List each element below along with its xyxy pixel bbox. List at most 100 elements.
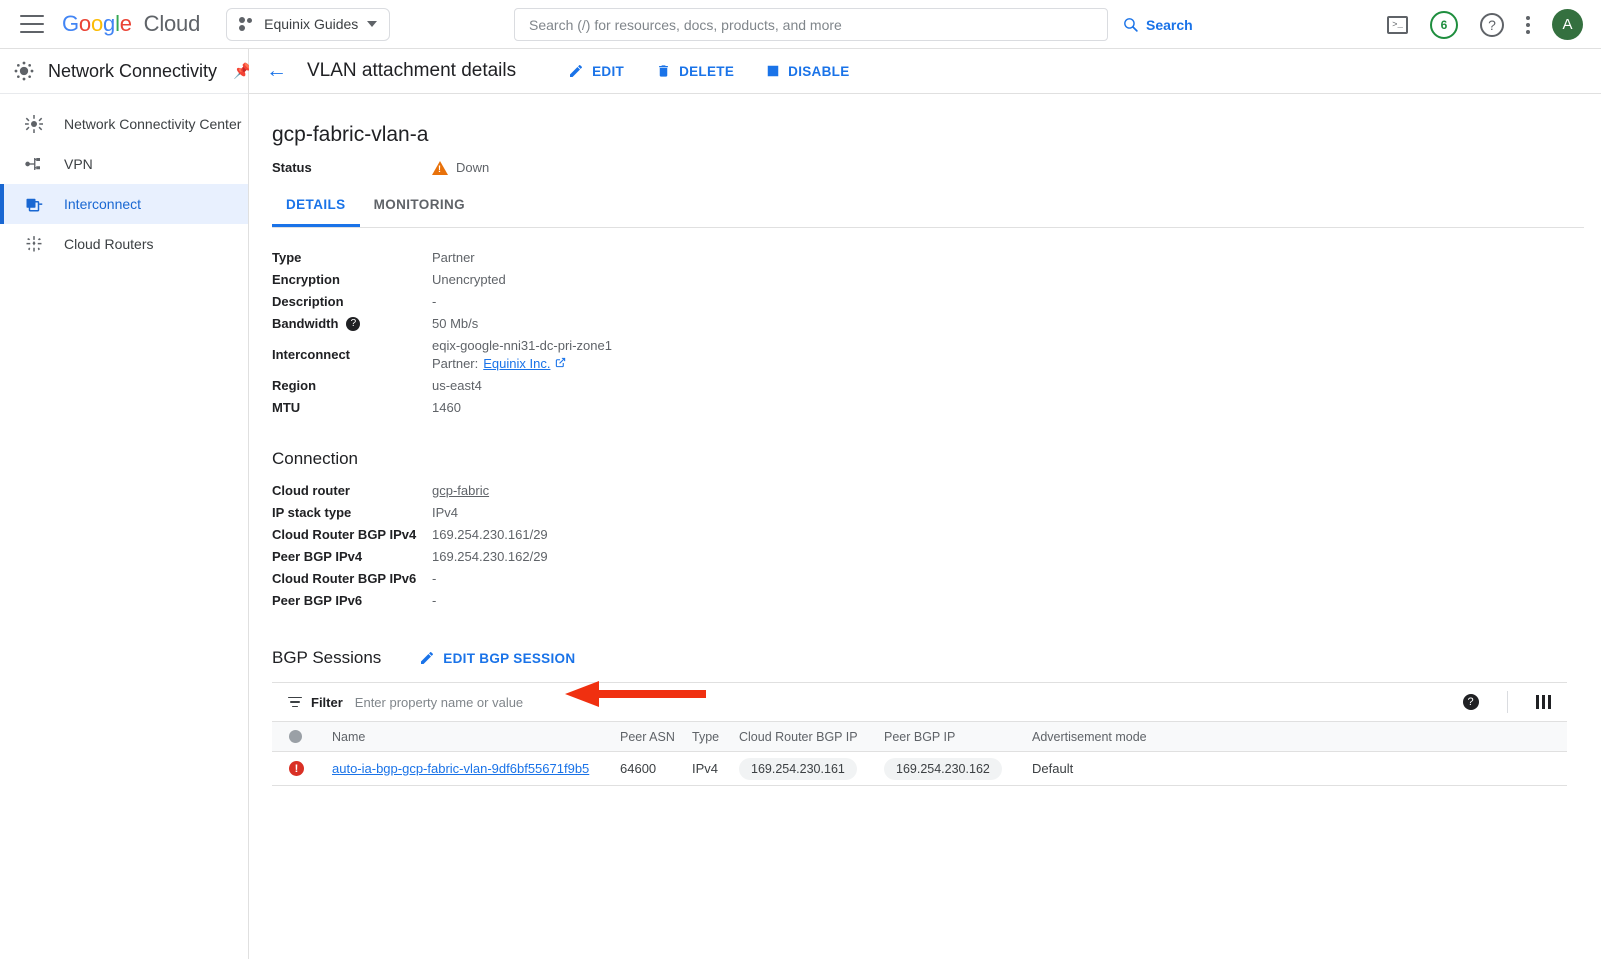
help-glyph: ?: [1480, 12, 1504, 37]
cloud-router-link[interactable]: gcp-fabric: [432, 483, 489, 498]
detail-key: Bandwidth ?: [272, 316, 432, 331]
table-header-row: Name Peer ASN Type Cloud Router BGP IP P…: [272, 721, 1567, 752]
detail-key: Encryption: [272, 272, 340, 287]
col-advertisement-mode[interactable]: Advertisement mode: [1032, 721, 1567, 752]
delete-button[interactable]: DELETE: [656, 63, 734, 79]
tab-details[interactable]: DETAILS: [272, 197, 360, 227]
filter-input[interactable]: [352, 693, 833, 711]
project-icon: [239, 17, 255, 31]
col-cloud-router-bgp-ip[interactable]: Cloud Router BGP IP: [739, 721, 884, 752]
help-icon[interactable]: ?: [346, 316, 361, 331]
detail-value: 50 Mb/s: [432, 316, 479, 331]
search-box[interactable]: [514, 8, 1108, 41]
tab-bar: DETAILS MONITORING: [272, 197, 1584, 228]
sidebar-item-label: Network Connectivity Center: [64, 116, 242, 132]
detail-key: Type: [272, 250, 302, 265]
connection-row-peer-bgp-ipv6: Peer BGP IPv6 -: [272, 593, 1601, 608]
table-head: Name Peer ASN Type Cloud Router BGP IP P…: [272, 721, 1567, 752]
pencil-icon: [570, 65, 583, 77]
tab-monitoring[interactable]: MONITORING: [360, 197, 480, 227]
sidebar-item-interconnect[interactable]: Interconnect: [0, 184, 248, 224]
status-row: Status Down: [272, 160, 1601, 175]
sidebar-header: Network Connectivity 📌: [0, 49, 252, 94]
edit-bgp-session-button[interactable]: EDIT BGP SESSION: [419, 650, 575, 666]
detail-key: Cloud Router BGP IPv4: [272, 527, 417, 542]
detail-value: IPv4: [432, 505, 459, 520]
bgp-session-link[interactable]: auto-ia-bgp-gcp-fabric-vlan-9df6bf55671f…: [332, 761, 589, 776]
detail-key: Cloud Router BGP IPv6: [272, 571, 417, 586]
detail-row-type: Type Partner: [272, 250, 1601, 265]
top-app-bar: Google Cloud Equinix Guides Search >_ 6 …: [0, 0, 1601, 49]
notifications-badge[interactable]: 6: [1430, 10, 1458, 39]
detail-key: Peer BGP IPv4: [272, 549, 363, 564]
help-icon[interactable]: ?: [1480, 12, 1504, 37]
delete-button-label: DELETE: [679, 63, 735, 79]
row-cloud-router-bgp-ip-cell: 169.254.230.161: [739, 752, 884, 786]
col-status: [272, 721, 332, 752]
detail-value: -: [432, 294, 437, 309]
sidebar: Network Connectivity 📌 Network Connectiv…: [0, 49, 252, 959]
router-icon: [24, 234, 44, 254]
connection-list: Cloud router gcp-fabric IP stack type IP…: [249, 483, 1601, 608]
detail-value: 1460: [432, 400, 461, 415]
partner-link[interactable]: Equinix Inc.: [483, 356, 550, 371]
search-input[interactable]: [515, 9, 1107, 40]
detail-key: Cloud router: [272, 483, 350, 498]
detail-value: Partner: [432, 250, 475, 265]
disable-button[interactable]: DISABLE: [766, 64, 849, 79]
detail-row-encryption: Encryption Unencrypted: [272, 272, 1601, 287]
detail-key: MTU: [272, 400, 301, 415]
sidebar-item-label: Interconnect: [64, 196, 142, 212]
col-peer-asn[interactable]: Peer ASN: [620, 721, 692, 752]
col-name[interactable]: Name: [332, 721, 620, 752]
sidebar-item-vpn[interactable]: VPN: [0, 144, 248, 184]
project-selector[interactable]: Equinix Guides: [226, 7, 391, 41]
status-label: Status: [272, 160, 312, 175]
top-bar-actions: >_ 6 ? A: [1387, 0, 1583, 49]
google-cloud-logo: Google Cloud: [62, 11, 201, 36]
disable-button-label: DISABLE: [788, 63, 850, 79]
details-list: Type Partner Encryption Unencrypted Desc…: [249, 250, 1601, 415]
ip-chip: 169.254.230.162: [884, 757, 1002, 780]
detail-row-bandwidth: Bandwidth ? 50 Mb/s: [272, 316, 1601, 331]
edit-button-label: EDIT: [592, 63, 625, 79]
search-button[interactable]: Search: [1108, 8, 1207, 41]
edit-button[interactable]: EDIT: [568, 63, 624, 79]
interconnect-name: eqix-google-nni31-dc-pri-zone1: [432, 338, 612, 353]
avatar[interactable]: A: [1552, 9, 1583, 40]
hamburger-menu-icon[interactable]: [20, 15, 44, 33]
row-status-cell: !: [272, 752, 332, 786]
project-name: Equinix Guides: [264, 16, 359, 32]
pencil-icon: [421, 652, 434, 664]
col-type[interactable]: Type: [692, 721, 739, 752]
table-body: ! auto-ia-bgp-gcp-fabric-vlan-9df6bf5567…: [272, 752, 1567, 786]
cloud-shell-icon[interactable]: >_: [1387, 15, 1408, 34]
sidebar-item-cloud-routers[interactable]: Cloud Routers: [0, 224, 248, 264]
more-options-icon[interactable]: [1526, 15, 1530, 34]
bgp-sessions-table-container: Filter ? Name Peer ASN Type Cloud Router…: [272, 682, 1567, 786]
detail-row-interconnect: Interconnect eqix-google-nni31-dc-pri-zo…: [272, 338, 1601, 371]
detail-key: Region: [272, 378, 317, 393]
toolbar-divider: [1506, 691, 1508, 713]
external-link-icon: [555, 357, 566, 371]
filter-icon: [288, 696, 302, 708]
connection-row-peer-bgp-ipv4: Peer BGP IPv4 169.254.230.162/29: [272, 549, 1601, 564]
page-header: ← VLAN attachment details EDIT DELETE DI…: [249, 49, 1601, 94]
col-peer-bgp-ip[interactable]: Peer BGP IP: [884, 721, 1032, 752]
filter-button[interactable]: Filter: [288, 695, 343, 710]
network-connectivity-icon: [14, 61, 34, 81]
row-peer-asn-cell: 64600: [620, 761, 657, 776]
connection-row-cloud-router-bgp-ipv6: Cloud Router BGP IPv6 -: [272, 571, 1601, 586]
sidebar-item-label: Cloud Routers: [64, 236, 154, 252]
table-help-icon[interactable]: ?: [1462, 694, 1479, 710]
connection-row-cloud-router: Cloud router gcp-fabric: [272, 483, 1601, 498]
detail-key: IP stack type: [272, 505, 352, 520]
terminal-glyph: >_: [1387, 15, 1408, 34]
sidebar-item-network-connectivity-center[interactable]: Network Connectivity Center: [0, 104, 248, 144]
interconnect-icon: [24, 194, 44, 214]
search-icon: [1124, 18, 1138, 32]
back-arrow-icon[interactable]: ←: [266, 59, 287, 83]
detail-row-region: Region us-east4: [272, 378, 1601, 393]
table-row[interactable]: ! auto-ia-bgp-gcp-fabric-vlan-9df6bf5567…: [272, 752, 1567, 786]
column-display-options-icon[interactable]: [1535, 695, 1551, 709]
